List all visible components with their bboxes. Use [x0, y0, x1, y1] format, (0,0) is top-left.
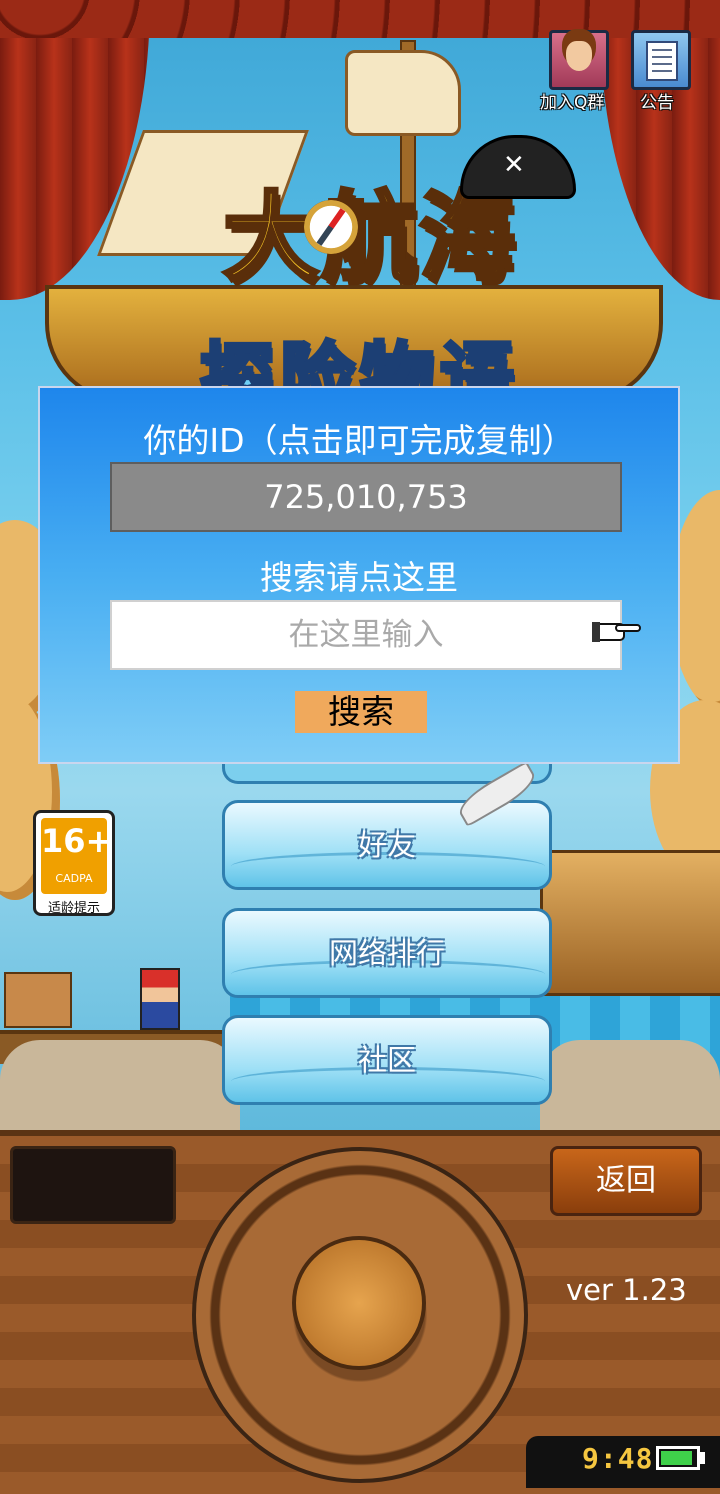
- battery-tip: [700, 1452, 705, 1464]
- age-rating-badge[interactable]: 16+ CADPA 适龄提示: [33, 810, 115, 916]
- notice-button[interactable]: [631, 30, 691, 90]
- ranking-button-label: 网络排行: [328, 936, 445, 970]
- ranking-button[interactable]: 网络排行: [222, 908, 552, 998]
- user-id-copy-box[interactable]: 725,010,753: [110, 462, 622, 532]
- dialog-title: 你的ID（点击即可完成复制）: [143, 421, 575, 460]
- search-input[interactable]: [110, 600, 622, 670]
- avatar-girl-icon: [566, 41, 592, 71]
- age-rating-number: 16+: [41, 822, 113, 860]
- notice-label: 公告: [640, 93, 674, 113]
- mini-screen: [10, 1146, 176, 1224]
- pirate-character: [140, 968, 180, 1030]
- center-button[interactable]: [292, 1236, 426, 1370]
- curtain-valance: [0, 0, 720, 38]
- join-qq-group-label: 加入Q群: [540, 93, 605, 113]
- friends-button[interactable]: 好友: [222, 800, 552, 890]
- battery-icon: [656, 1446, 700, 1470]
- ship-sail-top: [345, 50, 461, 136]
- age-rating-org: CADPA: [55, 872, 93, 885]
- search-button[interactable]: 搜索: [295, 691, 427, 733]
- id-search-dialog: 你的ID（点击即可完成复制） 725,010,753 搜索请点这里 搜索: [38, 386, 680, 764]
- back-button[interactable]: 返回: [550, 1146, 702, 1216]
- community-button[interactable]: 社区: [222, 1015, 552, 1105]
- background-ship: [540, 850, 720, 996]
- age-rating-tip: 适龄提示: [47, 901, 100, 916]
- clock: 9:48: [582, 1442, 654, 1475]
- shore-rocks-left: [0, 1040, 240, 1130]
- cargo-crates: [4, 972, 72, 1028]
- age-rating-inner: 16+ CADPA: [41, 818, 113, 894]
- search-label: 搜索请点这里: [260, 558, 458, 597]
- join-qq-group-button[interactable]: [549, 30, 609, 90]
- community-button-label: 社区: [357, 1043, 416, 1077]
- pirate-hat-icon: ✕: [460, 135, 576, 199]
- pointing-hand-icon: [592, 622, 641, 642]
- shore-rocks-right: [540, 1040, 720, 1130]
- version-label: ver 1.23: [566, 1273, 687, 1307]
- compass-icon: [304, 200, 358, 254]
- battery-level: [661, 1451, 692, 1465]
- document-icon: [646, 41, 678, 81]
- friends-button-label: 好友: [357, 828, 416, 862]
